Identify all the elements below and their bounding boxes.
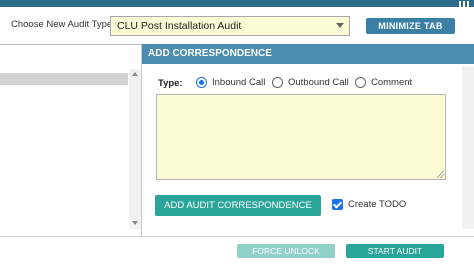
scroll-up-arrow-icon[interactable]	[132, 72, 138, 76]
audit-list-pane	[0, 44, 142, 236]
radio-comment-label: Comment	[371, 77, 413, 88]
correspondence-textarea[interactable]	[156, 94, 446, 180]
correspondence-panel: ADD CORRESPONDENCE Type: Inbound Call Ou…	[0, 44, 474, 236]
create-todo-checkbox[interactable]: Create TODO	[332, 199, 406, 210]
menu-icon[interactable]	[459, 0, 471, 7]
scroll-down-arrow-icon[interactable]	[132, 221, 138, 225]
create-todo-label: Create TODO	[348, 199, 407, 210]
radio-unselected-icon[interactable]	[355, 77, 366, 88]
checkbox-checked-icon[interactable]	[332, 199, 343, 210]
chevron-down-icon	[336, 23, 344, 28]
audit-type-row: Choose New Audit Type: CLU Post Installa…	[0, 15, 474, 37]
add-audit-correspondence-button[interactable]: ADD AUDIT CORRESPONDENCE	[155, 195, 321, 216]
resize-grip-icon[interactable]	[437, 171, 444, 178]
list-scrollbar[interactable]	[129, 69, 141, 229]
correspondence-title: ADD CORRESPONDENCE	[148, 48, 272, 59]
radio-outbound-call-label: Outbound Call	[288, 77, 349, 88]
form-scrollbar[interactable]	[462, 66, 474, 229]
list-selected-row[interactable]	[0, 73, 128, 85]
correspondence-type-label: Type:	[158, 78, 183, 89]
radio-inbound-call[interactable]: Inbound Call	[196, 77, 265, 88]
audit-type-label: Choose New Audit Type:	[11, 19, 115, 30]
top-bar	[0, 0, 474, 7]
start-audit-button[interactable]: START AUDIT	[346, 244, 444, 258]
minimize-tab-button[interactable]: MINIMIZE TAB	[366, 18, 455, 34]
audit-type-selected-value: CLU Post Installation Audit	[117, 20, 242, 32]
radio-comment[interactable]: Comment	[355, 77, 412, 88]
radio-selected-icon[interactable]	[196, 77, 207, 88]
correspondence-form: Type: Inbound Call Outbound Call Comment…	[142, 64, 474, 236]
force-unlock-button[interactable]: FORCE UNLOCK	[237, 244, 335, 258]
footer-divider	[0, 236, 474, 237]
radio-inbound-call-label: Inbound Call	[212, 77, 266, 88]
correspondence-header: ADD CORRESPONDENCE	[142, 44, 474, 64]
radio-unselected-icon[interactable]	[272, 77, 283, 88]
radio-outbound-call[interactable]: Outbound Call	[272, 77, 349, 88]
audit-type-select[interactable]: CLU Post Installation Audit	[110, 16, 350, 36]
audit-workspace: Choose New Audit Type: CLU Post Installa…	[0, 0, 474, 268]
